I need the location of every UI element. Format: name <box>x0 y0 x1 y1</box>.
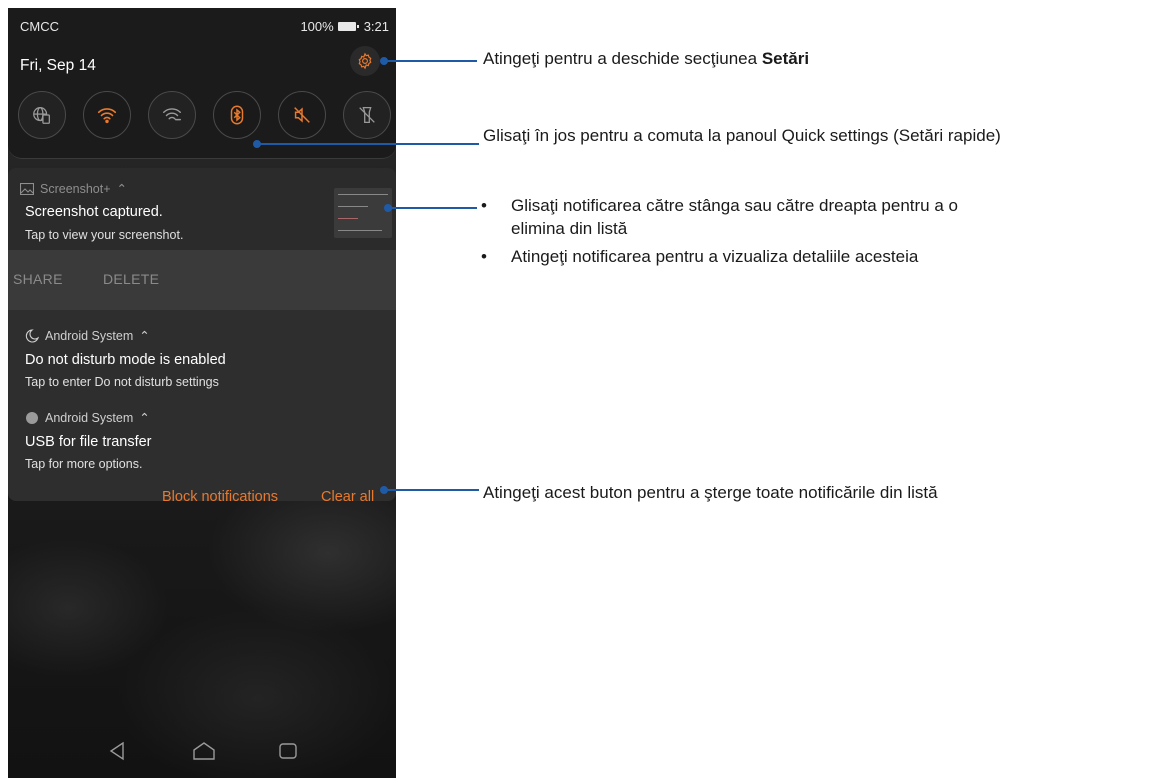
screenshot-thumbnail <box>334 188 392 238</box>
bullet-text-line-1: Glisaţi notificarea către stânga sau căt… <box>511 196 958 215</box>
carrier-label: CMCC <box>20 19 59 34</box>
notification-list: Screenshot+ ⌃ Screenshot captured. Tap t… <box>8 168 396 505</box>
tile-wifi-hotspot[interactable] <box>148 91 196 139</box>
chevron-up-icon[interactable]: ⌃ <box>139 410 149 425</box>
bullet-mark: • <box>481 247 487 266</box>
bullet-text: Glisaţi notificarea către stânga sau căt… <box>511 194 958 240</box>
notification-app-name: Screenshot+ <box>40 181 111 196</box>
tile-mobile-data[interactable] <box>18 91 66 139</box>
wifi-off-icon <box>163 108 181 121</box>
notification-app-row: Android System ⌃ <box>25 410 150 425</box>
image-icon <box>20 182 34 195</box>
delete-button[interactable]: DELETE <box>103 271 159 287</box>
bullet-mark: • <box>481 196 487 215</box>
share-button[interactable]: SHARE <box>13 271 63 287</box>
notification-title: Do not disturb mode is enabled <box>25 352 226 368</box>
callout-settings-bold: Setări <box>761 49 810 68</box>
chevron-up-icon[interactable]: ⌃ <box>117 181 127 196</box>
wifi-icon <box>97 108 117 124</box>
tile-sound[interactable] <box>278 91 326 139</box>
bluetooth-icon <box>230 105 244 125</box>
annotation-line-notification <box>390 207 477 209</box>
block-notifications-button[interactable]: Block notifications <box>162 489 278 505</box>
gear-icon <box>358 52 372 70</box>
date-label: Fri, Sep 14 <box>20 57 96 74</box>
notification-text: Tap to view your screenshot. <box>25 228 184 242</box>
phone-screen: CMCC 100% 3:21 Fri, Sep 14 Screenshot+ ⌃… <box>8 8 396 778</box>
android-system-icon <box>26 411 38 424</box>
notification-text: Tap to enter Do not disturb settings <box>25 375 219 389</box>
mute-icon <box>294 107 310 123</box>
tile-flashlight[interactable] <box>343 91 391 139</box>
recents-icon[interactable] <box>278 741 298 761</box>
notification-screenshot[interactable]: Screenshot+ ⌃ Screenshot captured. Tap t… <box>8 168 396 250</box>
callout-settings: Atingeţi pentru a deschide secţiunea Set… <box>483 48 809 70</box>
notification-title: Screenshot captured. <box>25 204 163 220</box>
battery-percent: 100% <box>300 19 334 34</box>
moon-icon <box>25 328 39 343</box>
flashlight-icon <box>359 107 375 123</box>
quick-settings-panel[interactable]: CMCC 100% 3:21 Fri, Sep 14 <box>8 8 396 159</box>
callout-swipe-down: Glisaţi în jos pentru a comuta la panoul… <box>483 126 1001 145</box>
callout-notification-bullets: • Glisaţi notificarea către stânga sau c… <box>481 194 1161 273</box>
globe-sim-icon <box>33 107 50 124</box>
notification-app-name: Android System <box>45 328 134 343</box>
notification-title: USB for file transfer <box>25 434 152 450</box>
notification-actions: SHARE DELETE <box>8 250 396 310</box>
clock: 3:21 <box>363 19 389 34</box>
bullet-text-line-2: elimina din listă <box>511 219 628 238</box>
settings-gear-button[interactable] <box>350 46 380 76</box>
callout-clear-all: Atingeţi acest buton pentru a şterge toa… <box>483 483 938 502</box>
quick-tiles-row <box>18 91 391 139</box>
callout-settings-text: Atingeţi pentru a deschide secţiunea <box>483 49 762 68</box>
bullet-item: • Atingeţi notificarea pentru a vizualiz… <box>481 245 1161 268</box>
tile-wifi[interactable] <box>83 91 131 139</box>
battery-icon <box>337 22 359 31</box>
bullet-item: • Glisaţi notificarea către stânga sau c… <box>481 194 1161 240</box>
bullet-text: Atingeţi notificarea pentru a vizualiza … <box>511 247 919 266</box>
annotation-line-settings <box>386 60 477 62</box>
home-icon[interactable] <box>192 741 216 761</box>
clear-all-button[interactable]: Clear all <box>321 489 374 505</box>
tile-bluetooth[interactable] <box>213 91 261 139</box>
notification-text: Tap for more options. <box>25 457 143 471</box>
status-right: 100% 3:21 <box>300 19 389 34</box>
navigation-bar <box>8 726 396 778</box>
annotation-line-swipe <box>259 143 479 145</box>
annotation-line-clear-all <box>386 489 479 491</box>
notification-app-row: Android System ⌃ <box>25 328 150 343</box>
chevron-up-icon[interactable]: ⌃ <box>139 328 149 343</box>
notification-app-row: Screenshot+ ⌃ <box>20 181 127 196</box>
back-icon[interactable] <box>108 741 126 761</box>
notification-app-name: Android System <box>45 410 134 425</box>
